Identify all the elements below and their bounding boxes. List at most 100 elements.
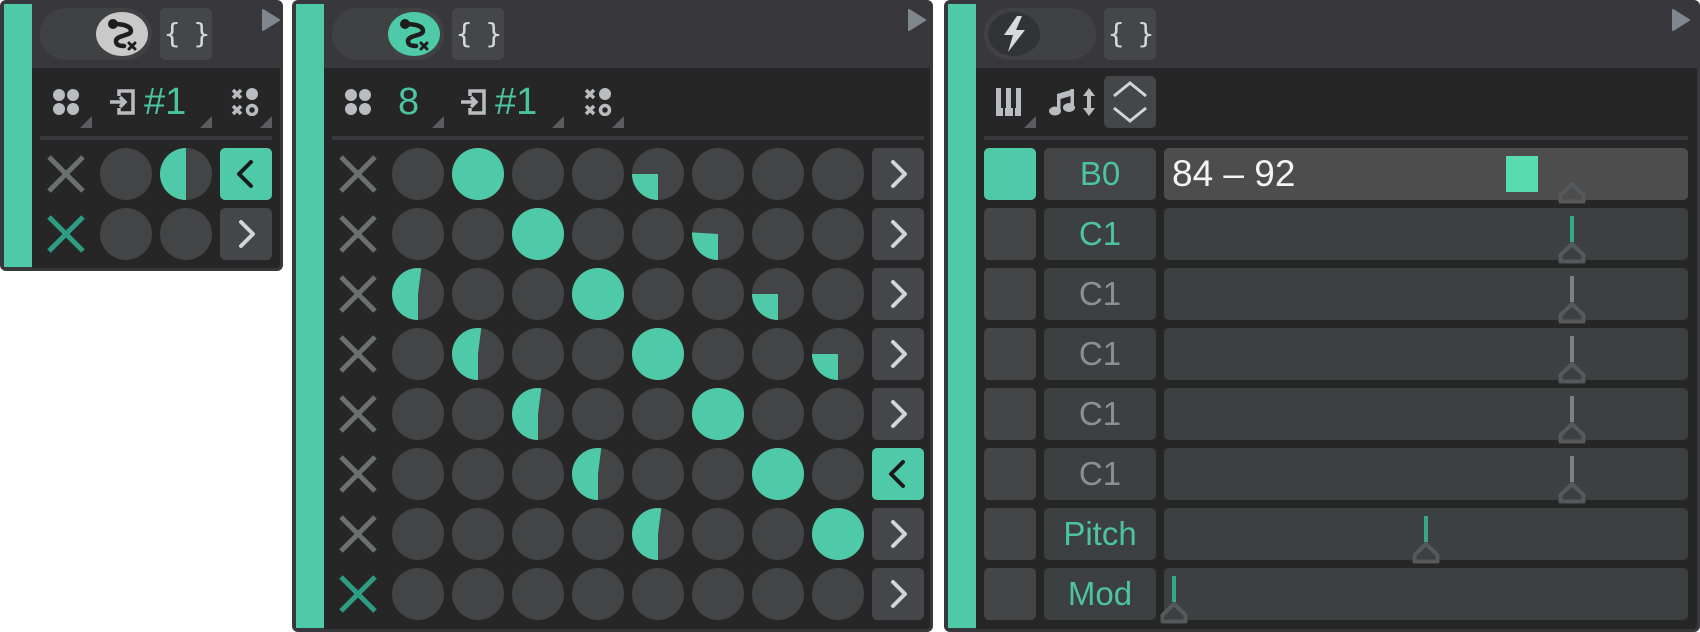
step-cell[interactable]	[812, 508, 864, 560]
step-cell[interactable]	[100, 208, 152, 260]
four-dots-icon[interactable]	[52, 88, 80, 116]
device-activator-strip[interactable]	[4, 4, 32, 267]
step-cell[interactable]	[512, 268, 564, 320]
toggle-knob[interactable]	[988, 12, 1040, 56]
slider-handle[interactable]	[1558, 301, 1586, 324]
value-slider[interactable]	[1164, 328, 1688, 384]
row-arrow-button[interactable]	[220, 208, 272, 260]
row-arrow-button[interactable]	[872, 508, 924, 560]
note-name-button[interactable]: C1	[1044, 208, 1156, 260]
step-cell[interactable]	[392, 148, 444, 200]
steps-count-label[interactable]: 8	[398, 80, 419, 124]
step-cell[interactable]	[572, 508, 624, 560]
step-cell[interactable]	[812, 208, 864, 260]
device-toggle[interactable]	[984, 8, 1096, 60]
step-cell[interactable]	[692, 448, 744, 500]
mute-x-icon[interactable]	[332, 508, 384, 560]
step-cell[interactable]	[512, 448, 564, 500]
up-down-arrow-icon[interactable]	[1082, 88, 1096, 116]
step-cell[interactable]	[392, 208, 444, 260]
step-cell[interactable]	[512, 208, 564, 260]
step-cell[interactable]	[100, 148, 152, 200]
step-cell[interactable]	[812, 328, 864, 380]
music-note-icon[interactable]	[1048, 88, 1076, 116]
note-name-button[interactable]: B0	[1044, 148, 1156, 200]
slider-handle[interactable]	[1160, 601, 1188, 624]
mute-x-icon[interactable]	[332, 268, 384, 320]
piano-keys-icon[interactable]	[996, 88, 1024, 116]
row-arrow-button[interactable]	[872, 448, 924, 500]
slider-handle[interactable]	[1558, 361, 1586, 384]
note-name-button[interactable]: C1	[1044, 448, 1156, 500]
note-indicator[interactable]	[984, 268, 1036, 320]
row-arrow-button[interactable]	[872, 328, 924, 380]
step-cell[interactable]	[572, 148, 624, 200]
step-cell[interactable]	[692, 268, 744, 320]
slider-handle[interactable]	[1558, 181, 1586, 204]
enter-icon[interactable]	[108, 88, 136, 116]
step-cell[interactable]	[812, 568, 864, 620]
step-cell[interactable]	[451, 328, 504, 381]
note-indicator[interactable]	[984, 568, 1036, 620]
slider-handle[interactable]	[1558, 241, 1586, 264]
slider-handle[interactable]	[1558, 421, 1586, 444]
step-cell[interactable]	[392, 508, 444, 560]
step-cell[interactable]	[692, 568, 744, 620]
slider-handle[interactable]	[1558, 481, 1586, 504]
step-cell[interactable]	[512, 148, 564, 200]
step-cell[interactable]	[752, 568, 804, 620]
step-cell[interactable]	[692, 508, 744, 560]
code-button[interactable]: { }	[1104, 8, 1156, 60]
value-slider[interactable]	[1164, 448, 1688, 504]
step-cell[interactable]	[452, 448, 504, 500]
mute-x-icon[interactable]	[332, 448, 384, 500]
note-indicator[interactable]	[984, 448, 1036, 500]
step-cell[interactable]	[571, 448, 624, 501]
step-cell[interactable]	[572, 388, 624, 440]
code-button[interactable]: { }	[160, 8, 212, 60]
toggle-knob[interactable]	[388, 12, 440, 56]
note-indicator[interactable]	[984, 328, 1036, 380]
step-cell[interactable]	[692, 328, 744, 380]
step-cell[interactable]	[392, 568, 444, 620]
note-name-button[interactable]: C1	[1044, 388, 1156, 440]
row-arrow-button[interactable]	[872, 148, 924, 200]
step-cell[interactable]	[392, 388, 444, 440]
enter-icon[interactable]	[459, 88, 487, 116]
step-cell[interactable]	[160, 148, 212, 200]
row-arrow-button[interactable]	[220, 148, 272, 200]
step-cell[interactable]	[692, 148, 744, 200]
step-cell[interactable]	[752, 148, 804, 200]
step-cell[interactable]	[572, 268, 624, 320]
mute-x-icon[interactable]	[40, 148, 92, 200]
step-cell[interactable]	[631, 508, 684, 560]
note-name-button[interactable]: Mod	[1044, 568, 1156, 620]
step-cell[interactable]	[392, 328, 444, 380]
step-cell[interactable]	[160, 208, 212, 260]
step-cell[interactable]	[572, 208, 624, 260]
step-cell[interactable]	[572, 568, 624, 620]
note-name-button[interactable]: C1	[1044, 328, 1156, 380]
row-arrow-button[interactable]	[872, 568, 924, 620]
value-slider[interactable]	[1164, 268, 1688, 324]
step-cell[interactable]	[632, 148, 684, 200]
xo-pattern-icon[interactable]	[584, 88, 612, 116]
note-indicator[interactable]	[984, 208, 1036, 260]
step-cell[interactable]	[632, 388, 684, 440]
step-cell[interactable]	[452, 388, 504, 440]
step-cell[interactable]	[632, 448, 684, 500]
note-indicator[interactable]	[984, 388, 1036, 440]
device-activator-strip[interactable]	[948, 4, 976, 628]
slider-handle[interactable]	[1412, 541, 1440, 564]
step-cell[interactable]	[512, 568, 564, 620]
device-toggle[interactable]	[332, 8, 444, 60]
row-arrow-button[interactable]	[872, 388, 924, 440]
mute-x-icon[interactable]	[332, 388, 384, 440]
channel-label[interactable]: #1	[495, 80, 537, 124]
play-icon[interactable]	[908, 9, 926, 31]
mute-x-icon[interactable]	[332, 148, 384, 200]
mute-x-icon[interactable]	[332, 328, 384, 380]
device-toggle[interactable]	[40, 8, 152, 60]
step-cell[interactable]	[392, 448, 444, 500]
step-cell[interactable]	[812, 268, 864, 320]
